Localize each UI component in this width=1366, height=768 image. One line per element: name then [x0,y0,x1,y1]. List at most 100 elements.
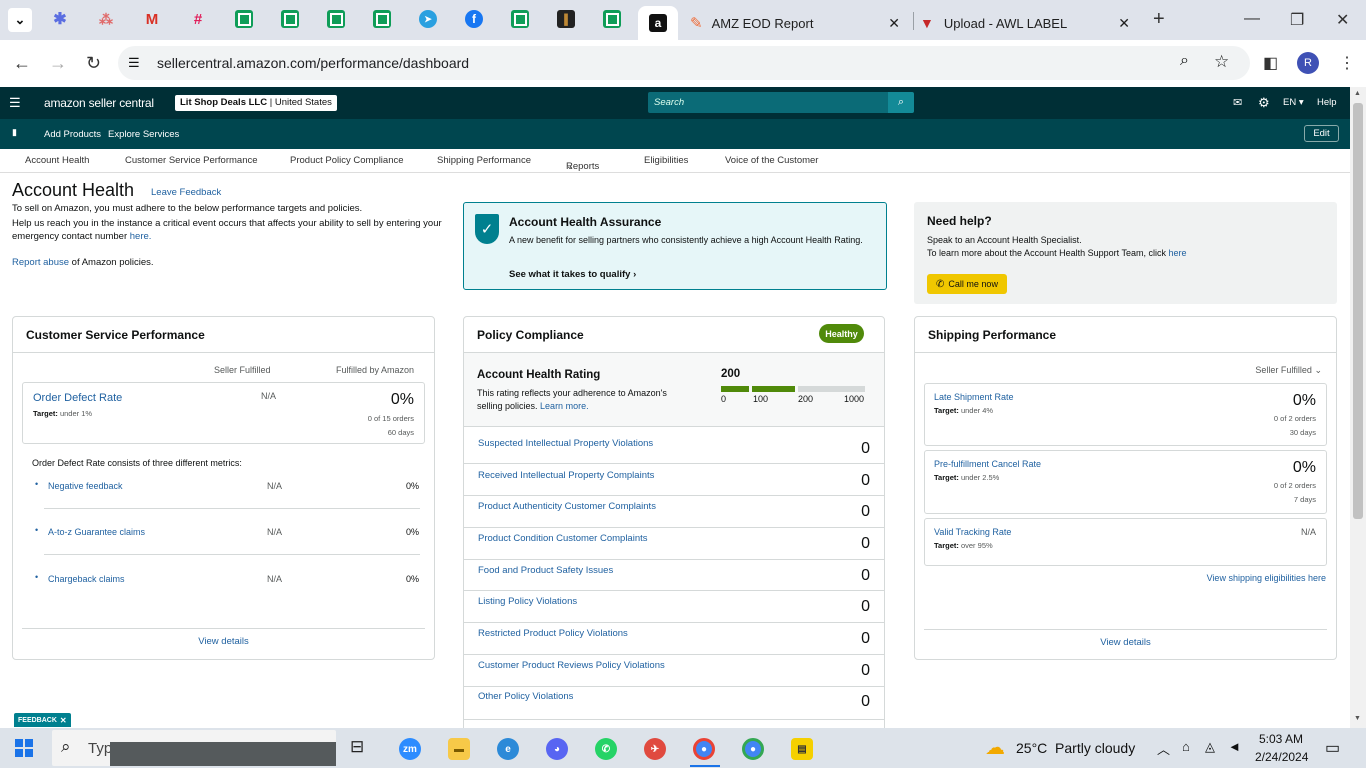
close-tab-icon[interactable]: ✕ [1118,15,1130,32]
call-me-now-button[interactable]: ✆ Call me now [927,274,1007,294]
sheets-tab-icon[interactable] [511,10,529,28]
hamburger-menu-icon[interactable]: ☰ [9,95,21,111]
policy-row[interactable]: Suspected Intellectual Property Violatio… [464,427,884,459]
policy-row[interactable]: Other Policy Violations 0 [464,680,884,712]
metric-name[interactable]: A-to-z Guarantee claims [48,527,145,537]
slack-tab-icon[interactable]: # [189,10,207,28]
policy-label[interactable]: Listing Policy Violations [478,596,577,607]
policy-label[interactable]: Suspected Intellectual Property Violatio… [478,438,653,449]
browser-menu-icon[interactable]: ⋮ [1339,53,1355,73]
policy-row[interactable]: Listing Policy Violations 0 [464,585,884,617]
late-shipment-rate-box[interactable]: Late Shipment Rate Target: under 4% 0% 0… [924,383,1327,446]
zoom-icon[interactable]: ⌕ [1180,52,1189,70]
policy-label[interactable]: Other Policy Violations [478,691,573,702]
metric-name[interactable]: Late Shipment Rate [934,392,1014,402]
metric-name[interactable]: Chargeback claims [48,574,125,584]
pinned-tab-icon[interactable]: ⁂ [97,10,115,28]
pre-fulfillment-cancel-rate-box[interactable]: Pre-fulfillment Cancel Rate Target: unde… [924,450,1327,514]
gmail-tab-icon[interactable]: M [143,10,161,28]
valid-tracking-rate-box[interactable]: Valid Tracking Rate Target: over 95% N/A [924,518,1327,566]
weather-icon[interactable]: ☁ [985,735,1005,760]
metric-name[interactable]: Pre-fulfillment Cancel Rate [934,459,1041,469]
policy-row[interactable]: Product Authenticity Customer Complaints… [464,490,884,522]
chrome-icon[interactable]: ● [693,738,715,760]
side-panel-icon[interactable]: ◧ [1263,53,1278,73]
emergency-contact-link[interactable]: here. [130,231,152,242]
policy-label[interactable]: Received Intellectual Property Complaint… [478,470,654,481]
nav-customer-service-performance[interactable]: Customer Service Performance [125,155,258,166]
policy-label[interactable]: Product Authenticity Customer Complaints [478,501,656,512]
minimize-icon[interactable]: — [1244,10,1260,28]
nav-eligibilities[interactable]: Eligibilities [644,155,688,166]
omnibox[interactable]: ☰ sellercentral.amazon.com/performance/d… [118,46,1250,80]
url-text[interactable]: sellercentral.amazon.com/performance/das… [157,55,469,71]
edge-icon[interactable]: e [497,738,519,760]
zoom-app-icon[interactable]: zm [399,738,421,760]
sheets-tab-icon[interactable] [281,10,299,28]
store-selector[interactable]: Lit Shop Deals LLC | United States [175,95,337,111]
policy-row[interactable]: Product Condition Customer Complaints 0 [464,522,884,554]
profile-avatar[interactable]: R [1297,52,1319,74]
subnav-explore-services[interactable]: Explore Services [108,129,179,140]
policy-row[interactable]: Customer Product Reviews Policy Violatio… [464,649,884,681]
new-tab-icon[interactable]: + [1153,8,1165,31]
policy-label[interactable]: Customer Product Reviews Policy Violatio… [478,660,665,671]
search-button[interactable]: ⌕ [888,92,914,113]
sheets-tab-icon[interactable] [373,10,391,28]
search-box[interactable]: Search [648,92,888,113]
site-info-icon[interactable]: ☰ [128,55,140,71]
back-icon[interactable]: ← [13,53,31,74]
order-defect-rate-box[interactable]: Order Defect Rate Target: under 1% N/A 0… [22,382,425,444]
nav-product-policy-compliance[interactable]: Product Policy Compliance [290,155,404,166]
scrollbar-thumb[interactable] [1353,103,1363,519]
sheets-tab-icon[interactable] [603,10,621,28]
nav-shipping-performance[interactable]: Shipping Performance [437,155,531,166]
wifi-off-icon[interactable]: ◬ [1205,739,1215,755]
reload-icon[interactable]: ↻ [86,53,101,74]
chrome-icon[interactable]: ● [742,738,764,760]
odr-label[interactable]: Order Defect Rate [33,392,122,404]
ahr-learn-more[interactable]: Learn more. [540,401,589,411]
app-icon[interactable]: ✈ [644,738,666,760]
speaker-icon[interactable]: ◄ [1228,739,1241,754]
nav-voice-of-customer[interactable]: Voice of the Customer [725,155,818,166]
close-tab-icon[interactable]: ✕ [888,15,900,32]
restore-icon[interactable]: ❐ [1290,10,1304,30]
whatsapp-icon[interactable]: ✆ [595,738,617,760]
edit-button[interactable]: Edit [1304,125,1339,142]
network-icon[interactable]: ⌂ [1182,739,1190,754]
metric-name[interactable]: Valid Tracking Rate [934,527,1011,537]
scroll-down-icon[interactable]: ▼ [1354,715,1361,722]
notification-icon[interactable]: ▭ [1325,738,1340,758]
need-help-link[interactable]: here [1168,248,1186,258]
telegram-tab-icon[interactable]: ➤ [419,10,437,28]
sticky-notes-icon[interactable]: ▤ [791,738,813,760]
close-window-icon[interactable]: ✕ [1336,10,1349,30]
mail-icon[interactable]: ✉ [1233,96,1242,109]
policy-row[interactable]: Restricted Product Policy Violations 0 [464,617,884,649]
pinned-tab-icon[interactable]: ∥ [557,10,575,28]
bookmark-star-icon[interactable]: ☆ [1214,52,1229,72]
file-explorer-icon[interactable]: ▬ [448,738,470,760]
language-selector[interactable]: EN ▾ [1283,97,1304,108]
nav-account-health[interactable]: Account Health [25,155,89,166]
taskbar-search[interactable]: ⌕ Typ [52,730,336,766]
sheets-tab-icon[interactable] [235,10,253,28]
facebook-tab-icon[interactable]: f [465,10,483,28]
subnav-add-products[interactable]: Add Products [44,129,101,140]
shipping-view-details[interactable]: View details [915,637,1336,648]
start-icon[interactable] [15,739,33,757]
seller-central-logo[interactable]: amazon seller central [44,96,154,110]
search-input[interactable]: Search [654,97,684,108]
csp-view-details[interactable]: View details [13,636,434,647]
task-view-icon[interactable]: ⊟ [350,737,364,757]
bookmark-icon[interactable]: ▮ [12,127,17,138]
tab-amz-eod-report[interactable]: ✎ AMZ EOD Report ✕ [690,6,910,40]
clock-time[interactable]: 5:03 AM [1259,732,1303,746]
report-abuse-link[interactable]: Report abuse [12,257,69,268]
tab-upload-awl-label[interactable]: ▼ Upload - AWL LABEL ✕ [920,6,1140,40]
policy-row[interactable]: Received Intellectual Property Complaint… [464,459,884,491]
clock-date[interactable]: 2/24/2024 [1255,750,1308,764]
gear-icon[interactable]: ⚙ [1258,95,1270,111]
fulfillment-filter[interactable]: Seller Fulfilled ⌄ [1255,365,1322,376]
